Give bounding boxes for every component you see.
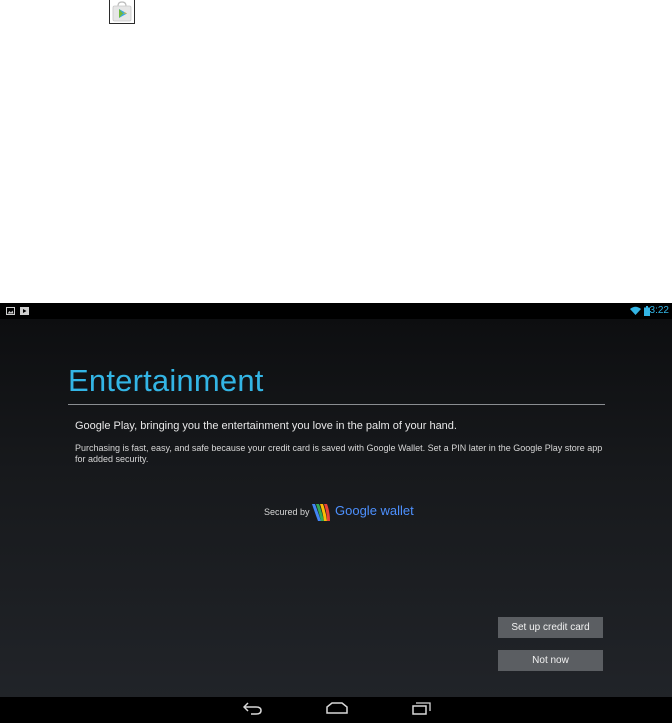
google-play-icon bbox=[109, 0, 135, 24]
play-store-icon bbox=[20, 307, 29, 315]
lead-text: Google Play, bringing you the entertainm… bbox=[75, 420, 457, 432]
home-icon[interactable] bbox=[326, 702, 348, 714]
status-bar: 3:22 bbox=[0, 303, 672, 319]
page-title: Entertainment bbox=[68, 363, 264, 398]
setup-credit-card-button[interactable]: Set up credit card bbox=[498, 617, 603, 638]
gallery-icon bbox=[6, 307, 15, 315]
android-screen: 3:22 Entertainment Google Play, bringing… bbox=[0, 303, 672, 723]
google-wallet-icon bbox=[312, 504, 330, 521]
secured-by-label: Secured by bbox=[264, 507, 310, 517]
not-now-button[interactable]: Not now bbox=[498, 650, 603, 671]
title-divider bbox=[68, 404, 605, 405]
recent-apps-icon[interactable] bbox=[412, 702, 431, 715]
description-text: Purchasing is fast, easy, and safe becau… bbox=[75, 443, 603, 464]
clock: 3:22 bbox=[649, 305, 669, 316]
back-icon[interactable] bbox=[243, 701, 262, 715]
navigation-bar bbox=[0, 697, 672, 723]
google-wallet-brand: Google wallet bbox=[335, 503, 414, 518]
wifi-icon bbox=[630, 306, 641, 315]
